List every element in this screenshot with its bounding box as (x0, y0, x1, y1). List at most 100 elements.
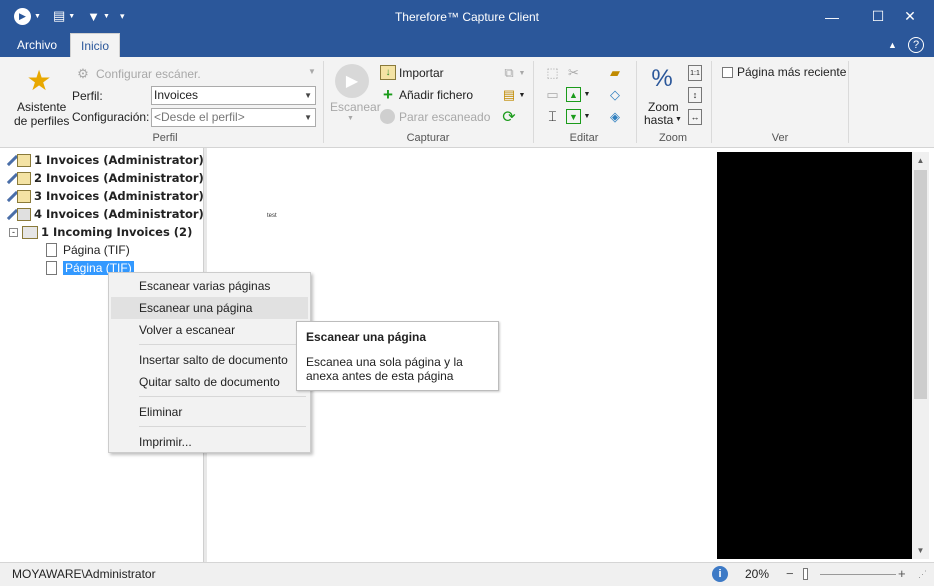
stop-scan-button[interactable]: Parar escaneado (399, 110, 490, 124)
tree-item[interactable]: 4 Invoices (Administrator) (0, 205, 204, 223)
menu-item-remove-break[interactable]: Quitar salto de documento (111, 371, 308, 393)
window-title: Therefore™ Capture Client (394, 10, 540, 24)
configure-scanner-button[interactable]: Configurar escáner. (96, 67, 201, 81)
recent-page-checkbox[interactable] (722, 67, 733, 78)
ribbon-collapse-icon[interactable]: ▲ (888, 40, 897, 50)
tree-item[interactable]: 3 Invoices (Administrator) (0, 187, 204, 205)
page-icon: ▭ (546, 86, 559, 102)
group-separator (711, 61, 712, 143)
menu-item-scan-one[interactable]: Escanear una página (111, 297, 308, 319)
vertical-scrollbar[interactable]: ▲ ▼ (912, 152, 929, 559)
ribbon: ★ Asistente de perfiles ⚙ Configurar esc… (0, 57, 934, 148)
tree-item[interactable]: - 1 Incoming Invoices (2) (9, 223, 192, 241)
tab-archivo[interactable]: Archivo (7, 33, 67, 57)
split-icon[interactable]: ⌶ (544, 108, 561, 124)
recent-page-label[interactable]: Página más reciente (737, 65, 846, 79)
status-bar: MOYAWARE\Administrator i 20% − + ⋰ (0, 562, 934, 586)
menu-item-delete[interactable]: Eliminar (111, 401, 308, 423)
move-down-icon[interactable]: ▼ (566, 109, 581, 124)
tree-item-label: 4 Invoices (Administrator) (34, 207, 204, 221)
scroll-down-icon[interactable]: ▼ (912, 542, 929, 559)
chevron-down-icon[interactable]: ▼ (583, 109, 591, 124)
close-button[interactable]: ✕ (893, 0, 927, 33)
tree-item-label: Página (TIF) (63, 243, 130, 257)
tree-item[interactable]: 1 Invoices (Administrator) (0, 151, 204, 169)
tab-inicio[interactable]: Inicio (70, 33, 121, 57)
group-label-capturar: Capturar (406, 132, 450, 144)
tree-item[interactable]: 2 Invoices (Administrator) (0, 169, 204, 187)
rotate-left-icon[interactable]: ◇ (606, 87, 624, 102)
collapse-icon[interactable]: - (9, 227, 18, 237)
chevron-down-icon[interactable]: ▼ (518, 87, 526, 103)
menu-item-print[interactable]: Imprimir... (111, 431, 308, 453)
menu-item-insert-break[interactable]: Insertar salto de documento (111, 349, 308, 371)
document-icon (17, 189, 31, 203)
status-user: MOYAWARE\Administrator (12, 567, 156, 581)
folder-star-icon[interactable]: ▰ (606, 65, 624, 80)
add-file-button[interactable]: Añadir fichero (399, 88, 473, 102)
zoom-in-button[interactable]: + (898, 566, 906, 581)
zoom-slider-track[interactable] (820, 574, 896, 575)
scanner-settings-icon: ⚙ (77, 66, 89, 81)
context-menu: Escanear varias páginas Escanear una pág… (108, 272, 311, 453)
scroll-thumb[interactable] (914, 170, 927, 399)
chevron-down-icon: ▼ (308, 67, 316, 76)
document-check-icon[interactable]: ▤ (500, 87, 518, 103)
config-combo[interactable]: <Desde el perfil> ▼ (151, 108, 316, 127)
tooltip: Escanear una página Escanea una sola pág… (296, 321, 499, 391)
config-label: Configuración: (72, 110, 150, 124)
profile-label: Perfil: (72, 89, 103, 103)
scanner-document-icon (22, 225, 38, 239)
import-button[interactable]: Importar (399, 66, 444, 80)
wizard-label-1[interactable]: Asistente (17, 100, 66, 114)
resize-grip-icon[interactable]: ⋰ (918, 569, 927, 580)
chevron-down-icon[interactable]: ▼ (583, 87, 591, 102)
config-value: <Desde el perfil> (154, 110, 245, 124)
menu-item-rescan[interactable]: Volver a escanear (111, 319, 308, 341)
scan-button[interactable]: Escanear (330, 100, 381, 114)
chevron-down-icon[interactable]: ▼ (675, 116, 682, 123)
move-up-icon[interactable]: ▲ (566, 87, 581, 102)
preview-dark-area (717, 152, 912, 559)
fit-width-icon[interactable]: ↔ (688, 109, 702, 125)
document-icon (17, 171, 31, 185)
zoom-out-button[interactable]: − (786, 566, 794, 581)
wizard-icon[interactable]: ★ (22, 63, 56, 97)
menu-separator (139, 396, 306, 397)
zoom-icon[interactable]: % (645, 62, 679, 96)
group-separator (636, 61, 637, 143)
zoom-to-label-1[interactable]: Zoom (648, 100, 679, 114)
help-button[interactable]: ? (908, 37, 924, 53)
rotate-right-icon[interactable]: ◈ (606, 109, 624, 124)
status-zoom-level: 20% (745, 567, 770, 581)
scanner-document-icon (17, 207, 31, 221)
tree-item[interactable]: Página (TIF) (46, 241, 130, 259)
tree-item-label: 3 Invoices (Administrator) (34, 189, 204, 203)
tree-item-label: 1 Invoices (Administrator) (34, 153, 204, 167)
tree-item-label: 1 Incoming Invoices (2) (41, 225, 193, 239)
tooltip-title: Escanear una página (306, 330, 427, 344)
zoom-slider-handle[interactable] (803, 568, 808, 580)
import-icon[interactable]: ↓ (380, 65, 396, 80)
scroll-up-icon[interactable]: ▲ (912, 152, 929, 169)
add-file-icon[interactable]: + (380, 85, 396, 104)
tooltip-description: Escanea una sola página y la anexa antes… (306, 355, 463, 383)
actual-size-icon[interactable]: 1:1 (688, 65, 702, 81)
scan-icon[interactable]: ▶ (335, 64, 369, 98)
info-icon[interactable]: i (712, 566, 728, 582)
fit-height-icon[interactable]: ↕ (688, 87, 702, 103)
page-icon (46, 243, 57, 257)
preview-text: test (267, 213, 277, 219)
zoom-to-label-2[interactable]: hasta (644, 113, 673, 127)
menu-item-scan-multiple[interactable]: Escanear varias páginas (111, 275, 308, 297)
group-label-editar: Editar (569, 132, 599, 144)
profile-combo[interactable]: Invoices ▼ (151, 86, 316, 105)
chevron-down-icon: ▼ (518, 69, 526, 77)
wizard-label-2[interactable]: de perfiles (14, 114, 69, 128)
chevron-down-icon[interactable]: ▼ (304, 87, 312, 104)
refresh-icon[interactable]: ⟳ (500, 108, 518, 126)
chevron-down-icon[interactable]: ▼ (304, 109, 312, 126)
maximize-button[interactable]: ☐ (861, 0, 895, 33)
profile-value: Invoices (154, 88, 199, 102)
minimize-button[interactable]: — (815, 0, 849, 33)
